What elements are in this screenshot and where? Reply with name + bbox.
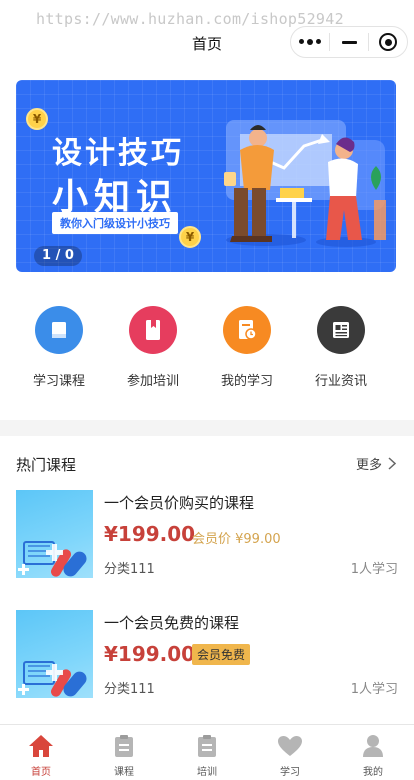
quick-item-label: 学习课程 bbox=[32, 374, 85, 389]
course-category: 分类111 bbox=[104, 682, 155, 697]
tab-label: 培训 bbox=[197, 767, 217, 778]
course-title: 一个会员免费的课程 bbox=[104, 614, 240, 632]
tab-training[interactable]: 培训 bbox=[177, 733, 237, 778]
bottom-tab-bar: 首页 课程 培训 学习 我的 bbox=[0, 724, 414, 780]
tab-courses[interactable]: 课程 bbox=[94, 733, 154, 778]
training-doc-icon bbox=[177, 733, 237, 759]
quick-item-label: 我的学习 bbox=[220, 374, 273, 389]
course-card[interactable]: 一个会员免费的课程 ¥199.00 会员免费 分类111 1人学习 bbox=[16, 610, 398, 700]
target-circle-icon bbox=[379, 33, 397, 51]
course-title: 一个会员价购买的课程 bbox=[104, 494, 255, 512]
banner-carousel[interactable]: ¥ 设计技巧 小知识 教你入门级设计小技巧 ¥ 1 / 0 bbox=[16, 80, 396, 272]
more-options-button[interactable] bbox=[291, 27, 329, 57]
banner-subtitle: 教你入门级设计小技巧 bbox=[52, 212, 178, 234]
minimize-button[interactable] bbox=[330, 27, 368, 57]
course-category: 分类111 bbox=[104, 562, 155, 577]
quick-item-industry-news[interactable]: 行业资讯 bbox=[296, 306, 386, 389]
quick-item-courses[interactable]: 学习课程 bbox=[14, 306, 104, 389]
member-free-badge: 会员免费 bbox=[192, 644, 251, 665]
tab-label: 我的 bbox=[363, 767, 383, 778]
hot-courses-section: 热门课程 更多 一个会员价购买的课程 ¥199.00 会员价 ¥99.00 分类… bbox=[0, 436, 414, 724]
course-price: ¥199.00 bbox=[104, 522, 196, 546]
tab-home[interactable]: 首页 bbox=[11, 733, 71, 778]
tab-mine[interactable]: 我的 bbox=[343, 733, 403, 778]
course-price: ¥199.00 bbox=[104, 642, 196, 666]
tab-label: 课程 bbox=[114, 767, 134, 778]
home-icon bbox=[11, 733, 71, 759]
close-program-button[interactable] bbox=[369, 27, 407, 57]
banner-illustration bbox=[224, 120, 386, 247]
more-link[interactable]: 更多 bbox=[356, 454, 396, 473]
mini-program-capsule bbox=[290, 26, 408, 58]
minus-icon bbox=[341, 40, 357, 44]
user-icon bbox=[343, 733, 403, 759]
tab-learning[interactable]: 学习 bbox=[260, 733, 320, 778]
newspaper-icon bbox=[317, 306, 365, 354]
document-clock-icon bbox=[223, 306, 271, 354]
course-thumbnail bbox=[16, 610, 93, 698]
course-card[interactable]: 一个会员价购买的课程 ¥199.00 会员价 ¥99.00 分类111 1人学习 bbox=[16, 490, 398, 580]
heart-icon bbox=[260, 733, 320, 759]
learner-count: 1人学习 bbox=[350, 682, 398, 697]
quick-item-label: 行业资讯 bbox=[314, 374, 367, 389]
more-label: 更多 bbox=[355, 458, 382, 473]
quick-item-my-learning[interactable]: 我的学习 bbox=[202, 306, 292, 389]
coin-icon: ¥ bbox=[26, 108, 48, 130]
top-bar: https://www.huzhan.com/ishop52942 首页 bbox=[0, 0, 414, 64]
bookmark-icon bbox=[129, 306, 177, 354]
course-doc-icon bbox=[94, 733, 154, 759]
more-dots-icon bbox=[299, 39, 321, 45]
watermark-url: https://www.huzhan.com/ishop52942 bbox=[36, 10, 344, 28]
banner-title-line1: 设计技巧 bbox=[52, 136, 184, 171]
learner-count: 1人学习 bbox=[350, 562, 398, 577]
quick-menu: 学习课程 参加培训 我的学习 行业资讯 bbox=[0, 272, 414, 420]
chevron-right-icon bbox=[388, 457, 396, 470]
tab-label: 学习 bbox=[280, 767, 300, 778]
tab-label: 首页 bbox=[31, 767, 51, 778]
section-title: 热门课程 bbox=[16, 456, 77, 474]
banner-page-indicator: 1 / 0 bbox=[34, 246, 82, 266]
quick-item-training[interactable]: 参加培训 bbox=[108, 306, 198, 389]
banner-section: ¥ 设计技巧 小知识 教你入门级设计小技巧 ¥ 1 / 0 bbox=[0, 64, 414, 272]
book-icon bbox=[35, 306, 83, 354]
quick-item-label: 参加培训 bbox=[126, 374, 179, 389]
course-thumbnail bbox=[16, 490, 93, 578]
member-price: 会员价 ¥99.00 bbox=[192, 532, 281, 547]
